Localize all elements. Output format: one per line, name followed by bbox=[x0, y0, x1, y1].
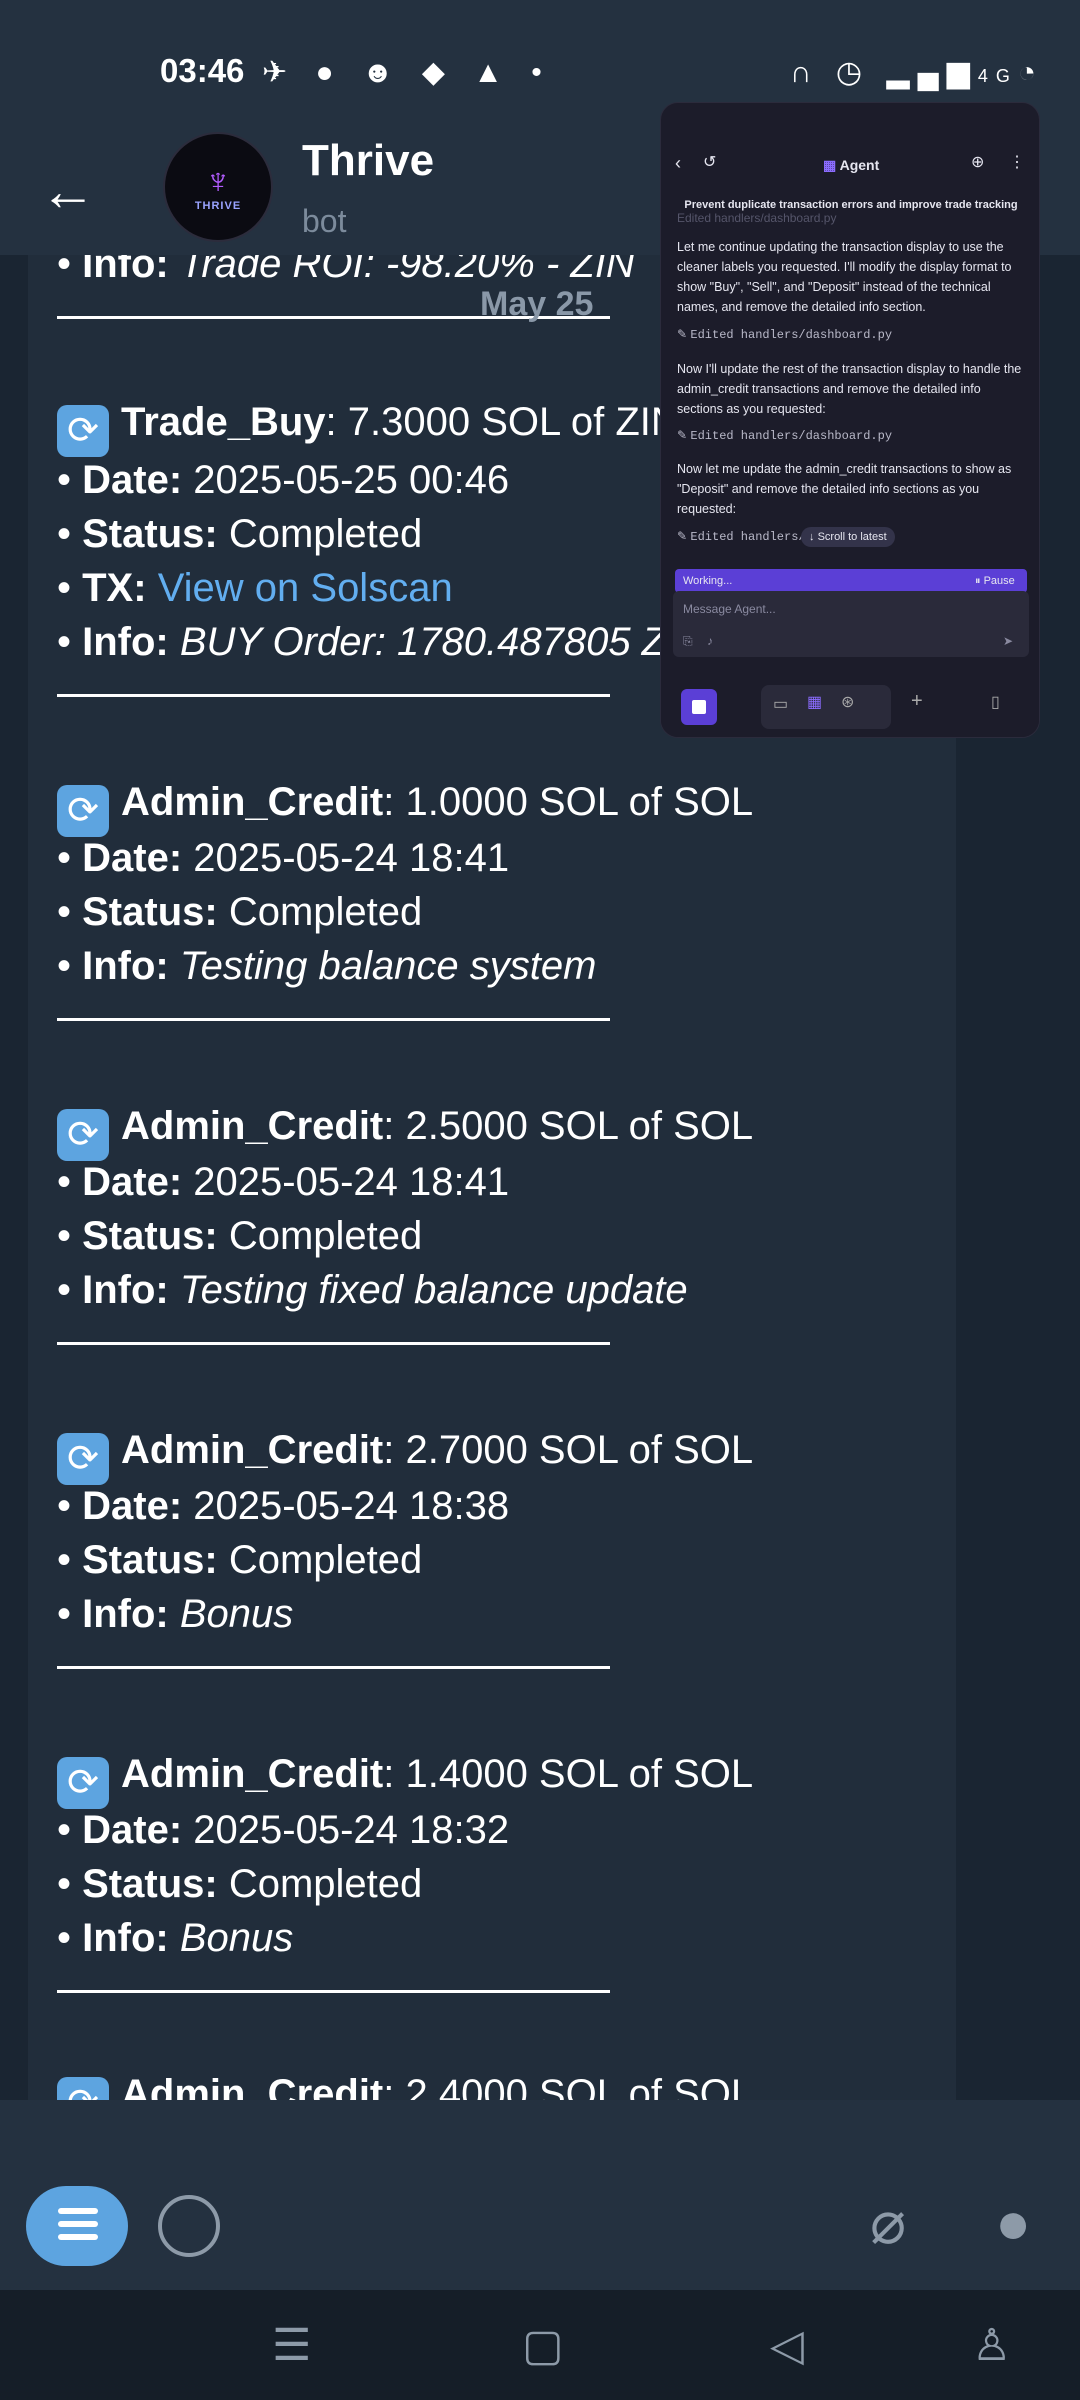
edited-file-row[interactable]: ✎ Edited handlers/dashboard.py bbox=[677, 428, 892, 443]
phoenix-logo-icon: ♆ bbox=[204, 160, 232, 201]
separator bbox=[57, 1666, 610, 1669]
more-menu-icon[interactable]: ⋮ bbox=[1009, 153, 1025, 173]
network-type: 4G bbox=[977, 66, 1018, 86]
transaction-title: ⟳ Admin_Credit: 1.4000 SOL of SOL bbox=[57, 1752, 753, 1809]
system-icons: ∩ ◷ ▂▄▆4G◔ bbox=[790, 55, 1044, 90]
panel-toggle-icon[interactable]: ▯ bbox=[991, 693, 1000, 713]
transaction-title: ⟳ Trade_Buy: 7.3000 SOL of ZIN bbox=[57, 400, 680, 457]
back-nav-icon[interactable]: ◁ bbox=[770, 2320, 804, 2371]
agent-toolbar: ▭ ▦ ⊛ + ▯ bbox=[661, 673, 1039, 737]
agent-paragraph: Now let me update the admin_credit trans… bbox=[677, 462, 1012, 516]
scroll-to-latest-button[interactable]: ↓ Scroll to latest bbox=[801, 527, 895, 547]
agent-paragraph: Now I'll update the rest of the transact… bbox=[677, 362, 1022, 416]
history-icon[interactable]: ↺ bbox=[703, 153, 716, 173]
avatar-wordmark: THRIVE bbox=[194, 200, 242, 212]
working-label: Working... bbox=[683, 575, 733, 587]
add-icon[interactable]: + bbox=[911, 691, 923, 711]
menu-button[interactable] bbox=[26, 2186, 128, 2266]
status-time: 03:46 bbox=[160, 52, 245, 89]
separator bbox=[57, 1342, 610, 1345]
agent-panel[interactable]: ‹ ↺ ▦ Agent ⊕ ⋮ Prevent duplicate transa… bbox=[660, 102, 1040, 738]
stop-icon bbox=[692, 700, 706, 714]
transaction-tx: • TX: View on Solscan bbox=[57, 566, 453, 610]
solscan-link[interactable]: View on Solscan bbox=[158, 566, 453, 610]
message-placeholder: Message Agent... bbox=[683, 602, 776, 616]
transaction-status: • Status: Completed bbox=[57, 890, 423, 934]
microphone-icon[interactable]: ● bbox=[995, 2188, 1031, 2257]
recents-icon[interactable]: ☰ bbox=[272, 2320, 311, 2371]
back-chevron-icon[interactable]: ‹ bbox=[675, 153, 681, 173]
chat-subtitle: bot bbox=[302, 203, 347, 239]
send-icon[interactable]: ➤ bbox=[1003, 631, 1013, 651]
transaction-date: • Date: 2025-05-24 18:38 bbox=[57, 1484, 510, 1528]
working-bar: Working... ⏸ Pause bbox=[675, 569, 1027, 593]
refresh-icon: ⟳ bbox=[57, 405, 109, 457]
mic-icon[interactable]: ♪ bbox=[707, 631, 713, 651]
edited-file-row[interactable]: ✎ Edited handlers/ bbox=[677, 529, 806, 544]
avatar[interactable]: ♆ THRIVE bbox=[163, 132, 273, 242]
transaction-status: • Status: Completed bbox=[57, 1214, 423, 1258]
transaction-date: • Date: 2025-05-24 18:41 bbox=[57, 1160, 510, 1204]
refresh-icon: ⟳ bbox=[57, 785, 109, 837]
notification-icons: ✈ ● ☻ ◆ ▲ • bbox=[262, 56, 552, 89]
input-bar bbox=[0, 2100, 1080, 2290]
app-screen: • Info: Trade ROI: -98.20% - ZIN May 25 … bbox=[0, 0, 1080, 2400]
agent-message-input[interactable]: Message Agent... ⎘ ♪ ➤ bbox=[673, 591, 1029, 657]
transaction-info: • Info: Bonus bbox=[57, 1592, 294, 1636]
refresh-icon: ⟳ bbox=[57, 1109, 109, 1161]
attach-icon[interactable]: ⌀ bbox=[870, 2188, 906, 2258]
refresh-icon: ⟳ bbox=[57, 1433, 109, 1485]
transaction-info: • Info: Testing fixed balance update bbox=[57, 1268, 688, 1312]
back-arrow-icon[interactable]: ← bbox=[40, 158, 96, 223]
separator bbox=[57, 1990, 610, 1993]
emoji-icon[interactable] bbox=[158, 2195, 220, 2257]
transaction-title: ⟳ Admin_Credit: 1.0000 SOL of SOL bbox=[57, 780, 753, 837]
edited-file-row[interactable]: ✎ Edited handlers/dashboard.py bbox=[677, 327, 892, 342]
transaction-info: • Info: Testing balance system bbox=[57, 944, 597, 988]
transaction-info: • Info: BUY Order: 1780.487805 ZI bbox=[57, 620, 678, 664]
stop-button[interactable] bbox=[681, 689, 717, 725]
alarm-icon: ◷ bbox=[835, 56, 871, 89]
web-icon[interactable]: ⊛ bbox=[841, 693, 854, 713]
agent-grid-icon[interactable]: ▦ bbox=[807, 693, 822, 713]
attach-icon[interactable]: ⎘ bbox=[683, 631, 693, 651]
transaction-info: • Info: Bonus bbox=[57, 1916, 294, 1960]
separator bbox=[57, 694, 610, 697]
transaction-date: • Date: 2025-05-24 18:41 bbox=[57, 836, 510, 880]
transaction-title: ⟳ Admin_Credit: 2.7000 SOL of SOL bbox=[57, 1428, 753, 1485]
transaction-date: • Date: 2025-05-24 18:32 bbox=[57, 1808, 510, 1852]
partial-message-clip: ⟳Admin_Credit: 2.4000 SOL of SOL bbox=[0, 2070, 1080, 2100]
home-icon[interactable]: ▢ bbox=[522, 2320, 564, 2371]
transaction-status: • Status: Completed bbox=[57, 1538, 423, 1582]
headphones-icon: ∩ bbox=[790, 56, 820, 89]
separator bbox=[57, 1018, 610, 1021]
chat-title[interactable]: Thrive bbox=[302, 136, 434, 186]
transaction-status: • Status: Completed bbox=[57, 1862, 423, 1906]
refresh-icon: ⟳ bbox=[57, 1757, 109, 1809]
menu-icon bbox=[58, 2208, 98, 2244]
accessibility-icon[interactable]: ♙ bbox=[972, 2320, 1011, 2371]
agent-title: ▦ Agent bbox=[823, 157, 880, 173]
transaction-date: • Date: 2025-05-25 00:46 bbox=[57, 458, 510, 502]
refresh-icon: ⟳ bbox=[57, 2077, 109, 2100]
agent-paragraph: Let me continue updating the transaction… bbox=[677, 240, 1012, 314]
new-chat-icon[interactable]: ⊕ bbox=[971, 153, 984, 173]
agent-grid-icon: ▦ bbox=[823, 157, 837, 173]
pause-button[interactable]: ⏸ Pause bbox=[975, 571, 1015, 591]
signal-icon: ▂▄▆ bbox=[886, 56, 978, 89]
edited-file-partial: Edited handlers/dashboard.py bbox=[677, 211, 837, 225]
transaction-title: ⟳ Admin_Credit: 2.5000 SOL of SOL bbox=[57, 1104, 753, 1161]
transaction-status: • Status: Completed bbox=[57, 512, 423, 556]
date-chip: May 25 bbox=[480, 285, 594, 323]
desktop-icon[interactable]: ▭ bbox=[773, 695, 788, 715]
battery-icon: ◔ bbox=[1017, 56, 1044, 89]
transaction-title: ⟳Admin_Credit: 2.4000 SOL of SOL bbox=[57, 2072, 753, 2100]
